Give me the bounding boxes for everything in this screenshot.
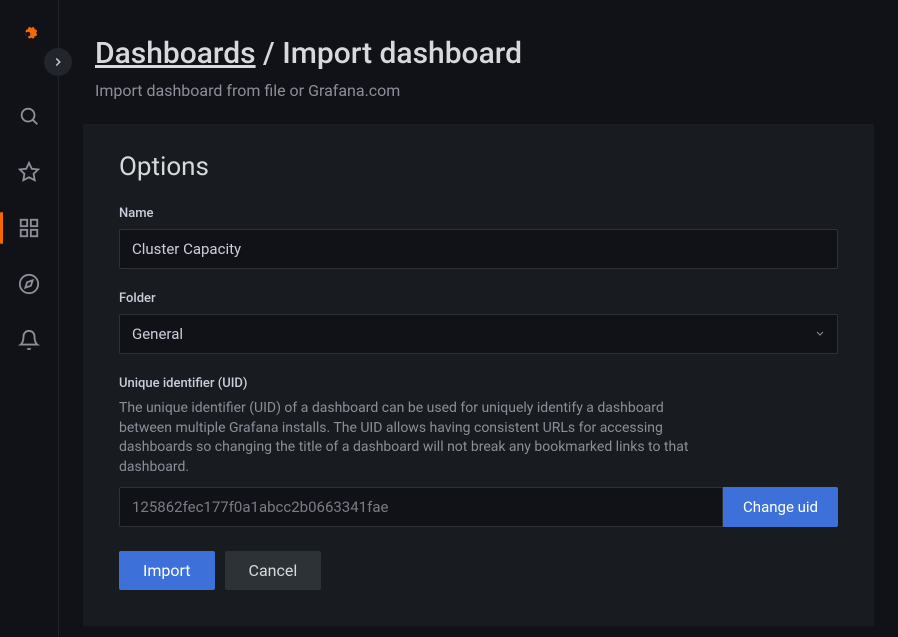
page-subtitle: Import dashboard from file or Grafana.co… <box>95 81 862 100</box>
grafana-logo[interactable] <box>9 16 49 56</box>
name-label: Name <box>119 206 838 221</box>
name-input[interactable] <box>119 229 838 269</box>
sidebar-item-starred[interactable] <box>9 152 49 192</box>
folder-select[interactable]: General <box>119 314 838 354</box>
action-buttons: Import Cancel <box>119 551 838 590</box>
main-content: Dashboards / Import dashboard Import das… <box>59 0 898 637</box>
folder-label: Folder <box>119 291 838 306</box>
field-uid: Unique identifier (UID) The unique ident… <box>119 376 838 527</box>
change-uid-button[interactable]: Change uid <box>723 487 838 527</box>
breadcrumb-root-link[interactable]: Dashboards <box>95 36 256 71</box>
breadcrumb-separator: / <box>256 36 283 71</box>
field-name: Name <box>119 206 838 269</box>
uid-label: Unique identifier (UID) <box>119 376 838 391</box>
uid-help-text: The unique identifier (UID) of a dashboa… <box>119 399 699 477</box>
sidebar-expand-button[interactable] <box>44 48 72 76</box>
section-title: Options <box>119 152 838 182</box>
import-button[interactable]: Import <box>119 551 215 590</box>
breadcrumb-current: Import dashboard <box>282 36 522 71</box>
page-header: Dashboards / Import dashboard Import das… <box>59 0 898 124</box>
cancel-button[interactable]: Cancel <box>225 551 322 590</box>
breadcrumb: Dashboards / Import dashboard <box>95 36 862 71</box>
sidebar-item-alerting[interactable] <box>9 320 49 360</box>
folder-select-wrap: General <box>119 314 838 354</box>
field-folder: Folder General <box>119 291 838 354</box>
uid-input[interactable] <box>119 487 723 527</box>
sidebar <box>0 0 59 637</box>
sidebar-item-search[interactable] <box>9 96 49 136</box>
sidebar-item-dashboards[interactable] <box>9 208 49 248</box>
uid-row: Change uid <box>119 487 838 527</box>
sidebar-item-explore[interactable] <box>9 264 49 304</box>
options-panel: Options Name Folder General Unique ident… <box>83 124 874 626</box>
